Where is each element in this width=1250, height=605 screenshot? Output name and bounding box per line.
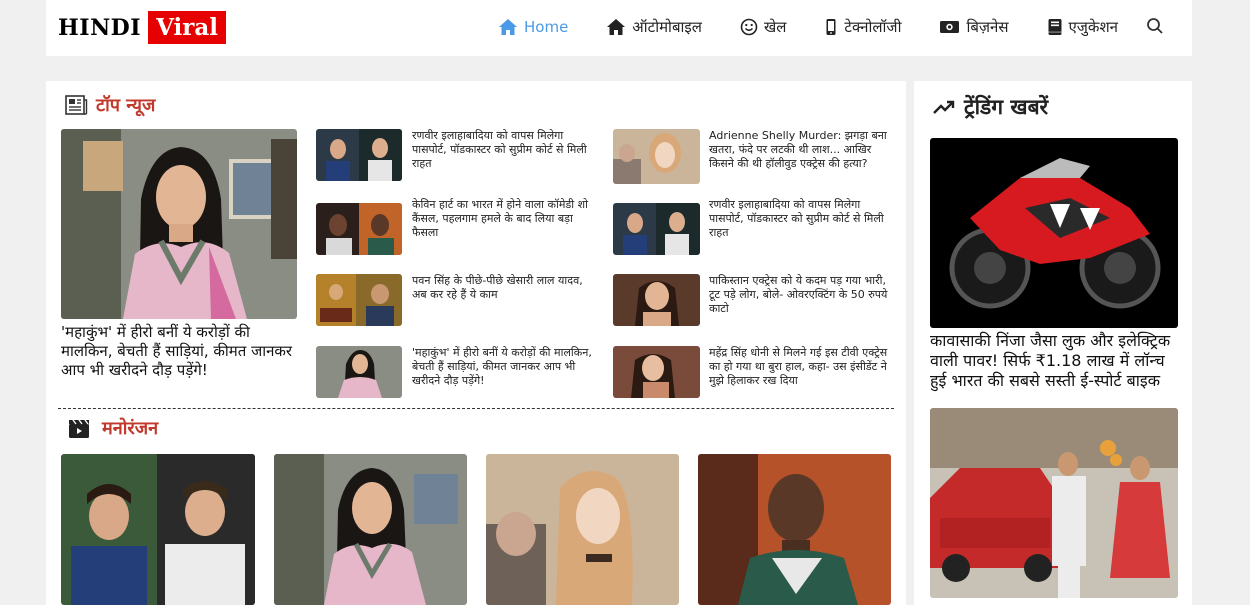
entertainment-thumb-3[interactable] (486, 454, 679, 605)
trending-image-2[interactable] (930, 408, 1178, 598)
logo-text-viral: Viral (148, 11, 226, 44)
news-thumb-4[interactable] (613, 203, 700, 255)
home-icon (499, 19, 517, 35)
comedian-photo (698, 454, 891, 605)
news-thumb-2[interactable] (613, 129, 700, 184)
news-headline-8[interactable]: महेंद्र सिंह धोनी से मिलने गई इस टीवी एक… (709, 346, 891, 388)
actress-thumbnail (613, 274, 700, 326)
trending-image-1[interactable] (930, 138, 1178, 328)
nav-label-sports: खेल (763, 18, 787, 36)
newspaper-icon (65, 95, 88, 115)
trending-sidebar: ट्रेंडिंग खबरें कावासाकी निंजा जैसा लुक … (914, 81, 1192, 605)
nav-label-technology: टेक्नोलॉजी (844, 18, 902, 36)
trending-headline-1[interactable]: कावासाकी निंजा जैसा लुक और इलेक्ट्रिक वा… (930, 331, 1180, 391)
news-headline-2[interactable]: Adrienne Shelly Murder: झगड़ा बना खतरा, … (709, 129, 891, 171)
news-headline-4[interactable]: रणवीर इलाहाबादिया को वापस मिलेगा पासपोर्… (709, 198, 891, 240)
nav-label-home: Home (524, 18, 569, 36)
phone-icon (826, 19, 836, 35)
car-puja-photo (930, 408, 1178, 598)
comedian-thumbnail (316, 203, 402, 255)
smile-icon (740, 18, 758, 36)
main-content: टॉप न्यूज 'महाकुंभ' में हीरो बनीं ये करो… (46, 81, 906, 605)
actress-thumbnail (613, 129, 700, 184)
home-icon (607, 19, 626, 35)
news-headline-7[interactable]: 'महाकुंभ' में हीरो बनीं ये करोड़ों की मा… (412, 346, 592, 388)
news-thumb-5[interactable] (316, 274, 402, 326)
entertainment-thumb-2[interactable] (274, 454, 467, 605)
nav-item-automobile[interactable]: ऑटोमोबाइल (606, 17, 702, 37)
trending-up-icon (933, 100, 955, 114)
motorbike-photo (930, 138, 1178, 328)
top-news-header: टॉप न्यूज (64, 93, 155, 117)
movie-poster-thumbnail (316, 274, 402, 326)
book-icon (1048, 19, 1061, 35)
nav-label-education: एजुकेशन (1068, 18, 1118, 36)
site-logo[interactable]: HINDI Viral (58, 11, 226, 44)
woman-saree-thumbnail (316, 346, 402, 398)
entertainment-header: मनोरंजन (68, 416, 158, 440)
news-headline-3[interactable]: केविन हार्ट का भारत में होने वाला कॉमेडी… (412, 198, 592, 240)
actress-thumbnail (613, 346, 700, 398)
news-headline-5[interactable]: पवन सिंह के पीछे-पीछे खेसारी लाल यादव, अ… (412, 274, 592, 302)
news-thumb-6[interactable] (613, 274, 700, 326)
section-title-trending: ट्रेंडिंग खबरें (964, 95, 1049, 119)
featured-image[interactable] (61, 129, 297, 319)
nav-item-sports[interactable]: खेल (740, 17, 786, 37)
two-men-thumbnail (613, 203, 700, 255)
entertainment-thumb-1[interactable] (61, 454, 255, 605)
section-title-top-news: टॉप न्यूज (96, 95, 156, 116)
news-headline-1[interactable]: रणवीर इलाहाबादिया को वापस मिलेगा पासपोर्… (412, 129, 592, 171)
two-men-thumbnail (316, 129, 402, 181)
nav-item-home[interactable]: Home (498, 18, 568, 36)
nav-label-business: बिज़नेस (966, 18, 1009, 36)
woman-saree-photo (61, 129, 297, 319)
section-divider (58, 408, 894, 409)
nav-item-education[interactable]: एजुकेशन (1047, 17, 1118, 37)
money-icon (940, 21, 960, 33)
trending-header: ट्रेंडिंग खबरें (932, 93, 1048, 121)
site-header: HINDI Viral Home ऑटोमोबाइल खेल टेक्नोलॉज… (46, 0, 1192, 56)
nav-item-technology[interactable]: टेक्नोलॉजी (824, 17, 901, 37)
two-men-photo (61, 454, 255, 605)
section-title-entertainment: मनोरंजन (102, 418, 159, 439)
news-thumb-8[interactable] (613, 346, 700, 398)
entertainment-thumb-4[interactable] (698, 454, 891, 605)
search-button[interactable] (1146, 17, 1164, 39)
nav-label-automobile: ऑटोमोबाइल (632, 18, 702, 36)
main-nav: Home ऑटोमोबाइल खेल टेक्नोलॉजी बिज़नेस एज… (498, 14, 1156, 40)
search-icon (1147, 18, 1163, 34)
logo-text-hindi: HINDI (58, 14, 142, 41)
woman-saree-photo (274, 454, 467, 605)
news-thumb-1[interactable] (316, 129, 402, 181)
news-thumb-3[interactable] (316, 203, 402, 255)
nav-item-business[interactable]: बिज़नेस (939, 17, 1009, 37)
actress-photo (486, 454, 679, 605)
news-thumb-7[interactable] (316, 346, 402, 398)
featured-headline[interactable]: 'महाकुंभ' में हीरो बनीं ये करोड़ों की मा… (61, 323, 301, 380)
clapperboard-icon (69, 419, 89, 438)
news-headline-6[interactable]: पाकिस्तान एक्ट्रेस को ये कदम पड़ गया भार… (709, 274, 891, 316)
